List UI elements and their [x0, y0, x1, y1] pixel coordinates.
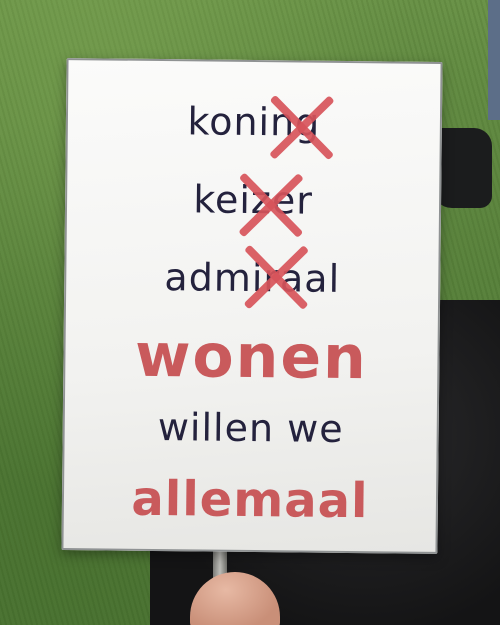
struck-word-keizer: keizer — [193, 177, 314, 223]
line-willen-we: willen we — [157, 405, 344, 451]
headline-wonen: wonen — [134, 320, 369, 394]
struck-word-admiraal: admiraal — [164, 255, 341, 301]
person-leg — [488, 0, 500, 120]
photo-scene: koning keizer admiraal wonen willen we a… — [0, 0, 500, 625]
struck-word-koning: koning — [187, 99, 321, 145]
headline-allemaal: allemaal — [131, 470, 369, 530]
protest-sign: koning keizer admiraal wonen willen we a… — [61, 58, 443, 554]
